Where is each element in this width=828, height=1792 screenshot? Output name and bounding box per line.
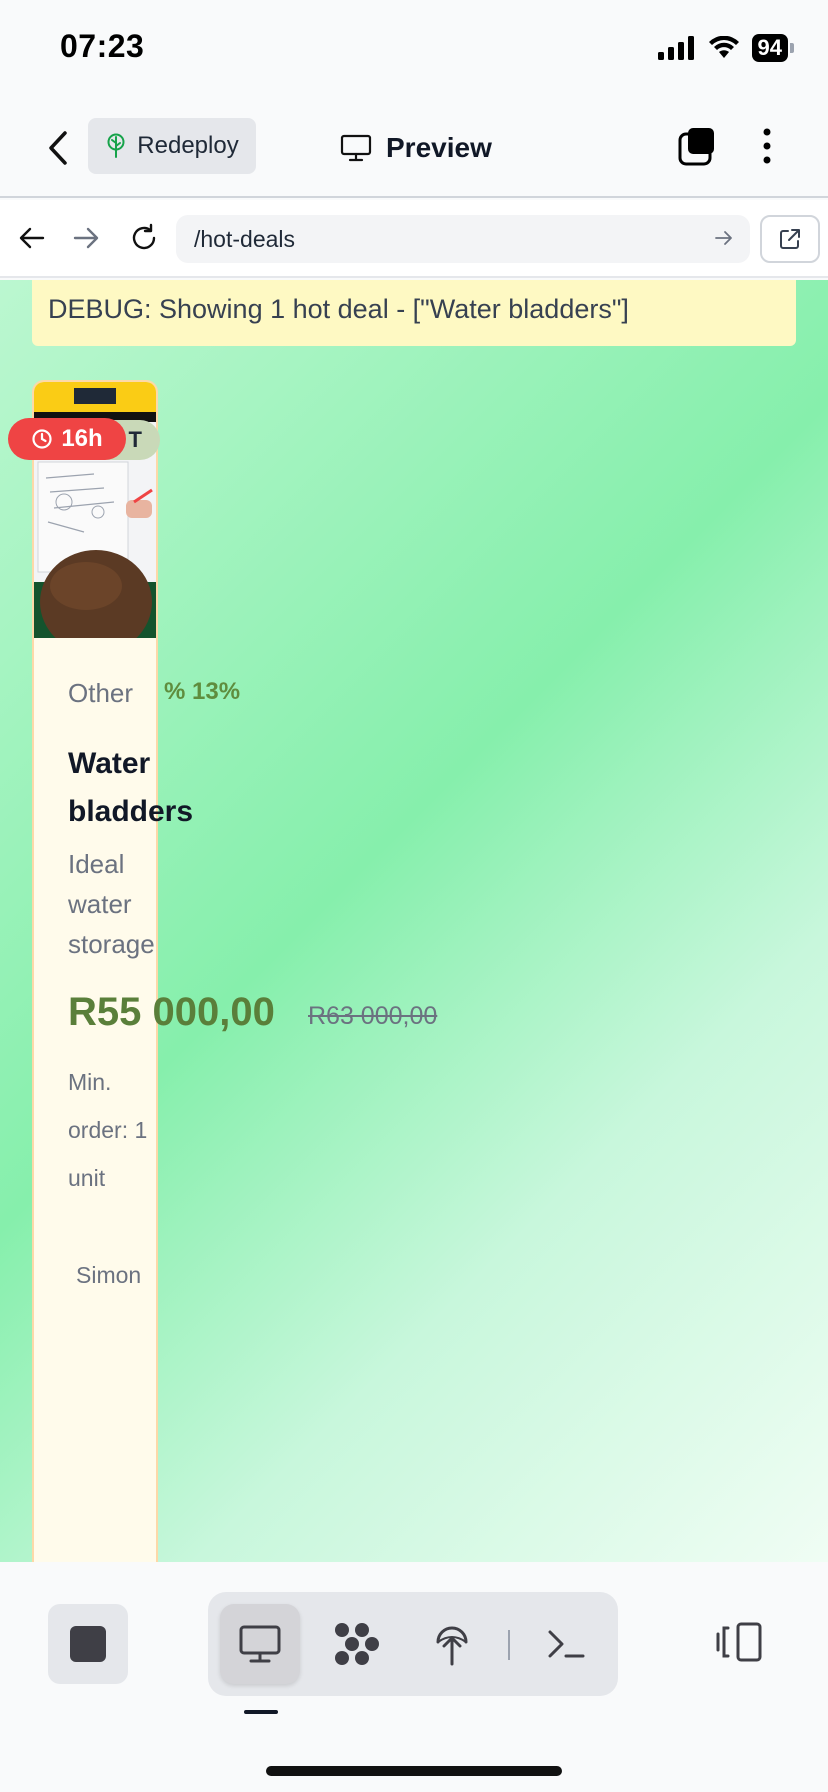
timer-badge: 16h (8, 418, 126, 460)
mode-graph-button[interactable] (316, 1604, 396, 1684)
deal-discount: % 13% (164, 678, 241, 705)
view-mode-group (208, 1592, 618, 1696)
status-bar: 07:23 94 (0, 0, 828, 100)
page-title: Preview (386, 132, 492, 163)
battery-level: 94 (751, 34, 788, 62)
url-input[interactable]: /hot-deals (176, 215, 750, 263)
stop-icon (70, 1626, 106, 1662)
reload-button[interactable] (124, 218, 164, 258)
battery-tip (790, 43, 794, 53)
tree-icon (107, 133, 125, 158)
tree-upload-icon (436, 1626, 468, 1666)
more-button[interactable] (752, 124, 782, 168)
deal-title: Water bladders (68, 747, 194, 828)
deal-seller: Simon (76, 1262, 142, 1288)
arrow-right-icon (73, 227, 99, 249)
stop-button[interactable] (48, 1604, 128, 1684)
deal-min-order: Min. order: 1 unit (68, 1069, 148, 1191)
monitor-icon (340, 134, 372, 162)
arrow-left-icon (19, 227, 45, 249)
deal-card[interactable]: T 16h Other % 13% Water bladders Ideal w… (8, 380, 437, 1562)
signal-icon (657, 36, 694, 60)
nodes-icon (335, 1623, 379, 1665)
timer-text: 16h (61, 425, 103, 452)
status-time: 07:23 (60, 28, 145, 64)
deal-category: Other (68, 678, 134, 708)
arrow-right-icon (715, 231, 732, 245)
chevron-left-icon (49, 131, 67, 165)
terminal-icon (548, 1630, 585, 1658)
monitor-icon (239, 1625, 281, 1663)
bottom-toolbar (0, 1562, 828, 1792)
preview-title: Preview (340, 128, 492, 168)
back-button[interactable] (38, 126, 78, 170)
active-mode-indicator (244, 1710, 278, 1714)
browser-nav-bar: /hot-deals (0, 200, 828, 278)
battery-indicator: 94 (751, 34, 794, 62)
reload-icon (132, 223, 156, 250)
redeploy-button[interactable]: Redeploy (88, 118, 256, 174)
more-vertical-icon (763, 128, 771, 164)
clock-icon (32, 429, 52, 449)
open-external-button[interactable] (760, 215, 820, 263)
url-text: /hot-deals (194, 225, 296, 252)
deal-price: R55 000,00 (68, 990, 275, 1034)
mode-terminal-button[interactable] (526, 1604, 606, 1684)
home-indicator[interactable] (266, 1766, 562, 1776)
mode-deploy-button[interactable] (412, 1604, 492, 1684)
panel-toggle-button[interactable] (714, 1620, 764, 1664)
nav-forward-button[interactable] (66, 218, 106, 258)
redeploy-label: Redeploy (137, 132, 239, 159)
debug-banner: DEBUG: Showing 1 hot deal - ["Water blad… (32, 280, 796, 346)
preview-viewport[interactable]: DEBUG: Showing 1 hot deal - ["Water blad… (0, 280, 828, 1562)
tabs-button[interactable] (674, 124, 718, 168)
mode-separator (508, 1630, 510, 1660)
tabs-icon (678, 128, 714, 166)
external-link-icon (780, 229, 800, 249)
panel-icon (716, 1622, 762, 1662)
deal-old-price: R63 000,00 (308, 1002, 438, 1030)
url-go-button[interactable] (714, 227, 734, 254)
nav-back-button[interactable] (12, 218, 52, 258)
wifi-icon (708, 36, 739, 58)
app-header: Redeploy Preview (0, 100, 828, 198)
deal-description: Ideal water storage (68, 849, 155, 959)
status-icons: 94 (657, 34, 794, 62)
mode-preview-button[interactable] (220, 1604, 300, 1684)
